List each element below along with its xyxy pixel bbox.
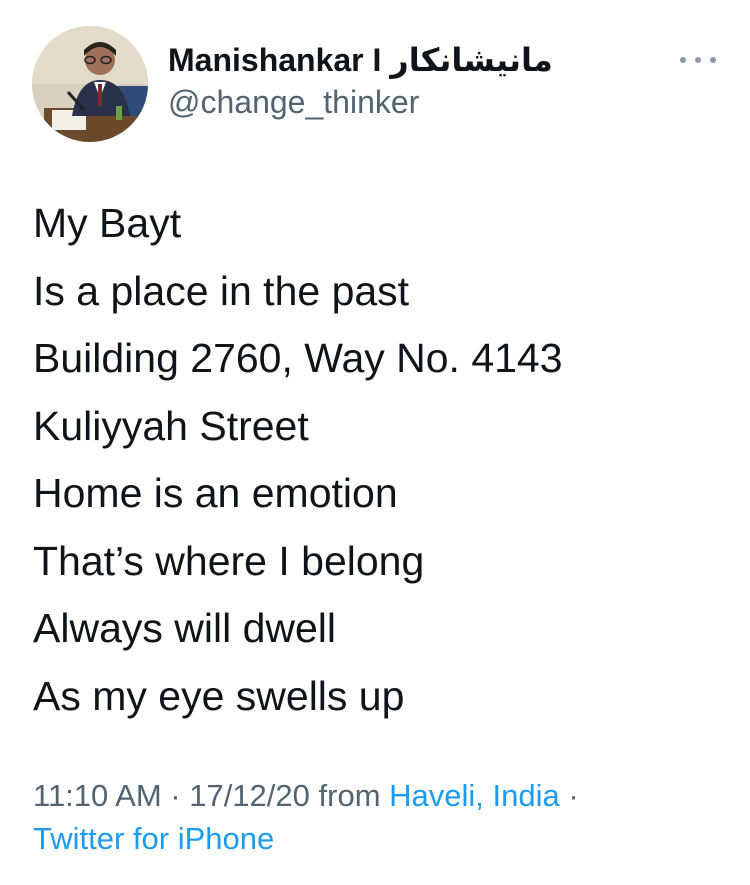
tweet-line: As my eye swells up <box>33 672 405 719</box>
tweet-line: My Bayt <box>33 200 182 246</box>
tweet-line: Is a place in the past <box>33 267 410 314</box>
tweet-meta: 11:10 AM · 17/12/20 from Haveli, India ·… <box>33 774 723 860</box>
tweet-line: That’s where I belong <box>33 537 425 584</box>
from-label: from <box>318 778 381 813</box>
tweet-line: Building 2760, Way No. 4143 <box>33 335 563 381</box>
source-link[interactable]: Twitter for iPhone <box>33 821 274 856</box>
author-names: Manishankar I مانیشانکار @change_thinker <box>168 40 553 122</box>
meta-separator: · <box>568 778 579 813</box>
meta-line-1: 11:10 AM · 17/12/20 from Haveli, India · <box>33 774 723 817</box>
tweet-header: Manishankar I مانیشانکار @change_thinker <box>32 26 722 144</box>
user-handle[interactable]: @change_thinker <box>168 82 553 122</box>
tweet-line: Home is an emotion <box>33 470 398 516</box>
more-dot <box>695 57 701 63</box>
tweet-text: My Bayt Is a place in the past Building … <box>33 190 723 730</box>
display-name[interactable]: Manishankar I مانیشانکار <box>168 40 553 80</box>
tweet-timestamp[interactable]: 11:10 AM · 17/12/20 <box>33 778 310 813</box>
tweet-line: Always will dwell <box>33 605 337 651</box>
avatar[interactable] <box>32 26 148 142</box>
more-dot <box>710 57 716 63</box>
location-link[interactable]: Haveli, India <box>389 778 560 813</box>
tweet-card: Manishankar I مانیشانکار @change_thinker… <box>0 0 750 885</box>
more-dot <box>680 57 686 63</box>
more-horizontal-icon[interactable] <box>680 50 716 70</box>
avatar-photo <box>32 26 148 142</box>
meta-line-2: Twitter for iPhone <box>33 817 723 860</box>
tweet-line: Kuliyyah Street <box>33 402 309 449</box>
